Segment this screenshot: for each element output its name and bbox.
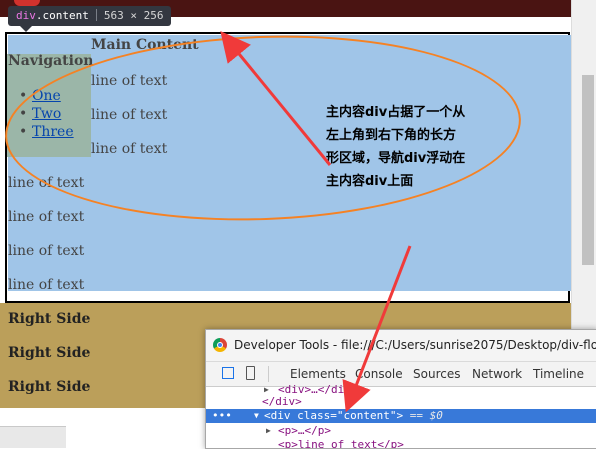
tooltip-separator (95, 9, 97, 21)
dom-row-selected[interactable]: ••• ▼ <div class="content"> == $0 (206, 409, 596, 423)
selected-element-text: <div class="content"> == $0 (264, 409, 443, 422)
chrome-icon (213, 338, 227, 352)
navigation-heading: Navigation (8, 53, 94, 69)
developer-tools-window[interactable]: Developer Tools - file:///C:/Users/sunri… (205, 329, 596, 449)
dom-row-text: </div> (262, 395, 302, 408)
dom-row-text: <p>line of text</p> (278, 438, 404, 449)
main-text-line: line of text (8, 209, 85, 225)
tab-timeline[interactable]: Timeline (533, 367, 584, 381)
right-side-line: Right Side (8, 345, 91, 361)
devtools-title: Developer Tools - file:///C:/Users/sunri… (234, 338, 596, 352)
right-side-line: Right Side (8, 311, 91, 327)
tab-elements[interactable]: Elements (290, 367, 346, 381)
main-text-line: line of text (8, 277, 85, 293)
element-inspect-tooltip: div.content 563 × 256 (8, 6, 172, 26)
selected-attr-name: class (297, 409, 331, 422)
inspect-element-icon[interactable] (222, 367, 234, 379)
annotation-text: 主内容div占据了一个从 左上角到右下角的长方 形区域，导航div浮动在 主内容… (326, 101, 511, 193)
devtools-titlebar[interactable]: Developer Tools - file:///C:/Users/sunri… (206, 330, 596, 362)
annotation-line: 左上角到右下角的长方 (326, 128, 457, 143)
selected-attr-value: "content" (336, 409, 397, 422)
tooltip-class: .content (35, 9, 89, 22)
taskbar-thumbnail[interactable] (0, 426, 66, 448)
tab-sources[interactable]: Sources (413, 367, 460, 381)
annotation-line: 主内容div占据了一个从 (326, 105, 466, 120)
annotation-line: 主内容div上面 (326, 174, 414, 189)
elements-dom-tree: ▶ <div>…</div> </div> ••• ▼ <div class="… (206, 383, 596, 449)
row-menu-icon[interactable]: ••• (212, 409, 232, 423)
tooltip-tag: div (16, 9, 36, 22)
dom-row-text: <p>…</p> (278, 424, 331, 437)
selected-tag: div (270, 409, 291, 422)
dom-row[interactable]: ▶ <p>…</p> (206, 424, 596, 438)
right-side-line: Right Side (8, 379, 91, 395)
expand-triangle-icon[interactable]: ▶ (266, 424, 271, 438)
toolbar-divider (268, 366, 269, 382)
tooltip-pointer (20, 26, 32, 32)
collapse-triangle-icon[interactable]: ▼ (254, 409, 259, 423)
scrollbar-thumb[interactable] (582, 75, 594, 265)
tab-console[interactable]: Console (355, 367, 403, 381)
dom-row[interactable]: <p>line of text</p> (206, 438, 596, 449)
tab-network[interactable]: Network (472, 367, 522, 381)
dom-row[interactable]: </div> (206, 395, 596, 409)
selected-marker: == $0 (409, 409, 443, 422)
annotation-line: 形区域，导航div浮动在 (326, 151, 466, 166)
device-mode-icon[interactable] (246, 366, 255, 380)
main-text-line: line of text (8, 243, 85, 259)
tooltip-dimensions: 563 × 256 (103, 9, 164, 22)
